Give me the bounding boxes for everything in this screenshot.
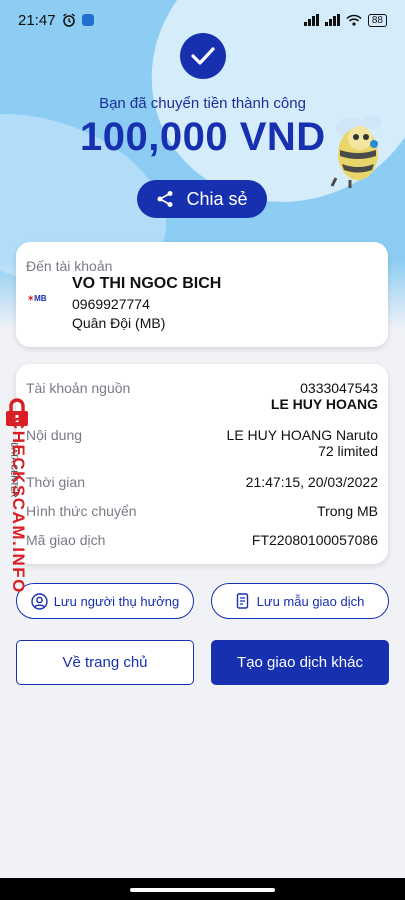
- signal-icon-2: [324, 14, 340, 26]
- method-label: Hình thức chuyển: [26, 503, 137, 519]
- save-beneficiary-button[interactable]: Lưu người thụ hưởng: [16, 583, 194, 619]
- bee-mascot-icon: [330, 115, 382, 188]
- new-transaction-button[interactable]: Tạo giao dịch khác: [211, 640, 389, 685]
- content-line1: LE HUY HOANG Naruto: [226, 427, 378, 443]
- source-account-label: Tài khoản nguồn: [26, 380, 131, 396]
- recipient-account: 0969927774: [72, 296, 150, 312]
- time-value: 21:47:15, 20/03/2022: [245, 474, 378, 490]
- share-icon: [157, 191, 173, 207]
- wifi-icon: [346, 14, 362, 26]
- watermark-text: CHECKSCAM.INFO: [9, 417, 28, 594]
- save-template-label: Lưu mẫu giao dịch: [256, 593, 365, 609]
- alarm-icon: [62, 13, 75, 27]
- app-notification-icon: [81, 14, 94, 26]
- share-button[interactable]: Chia sẻ: [137, 180, 267, 218]
- content-label: Nội dung: [26, 427, 83, 443]
- transaction-id-label: Mã giao dịch: [26, 532, 106, 548]
- share-label: Chia sẻ: [186, 188, 248, 209]
- source-account-number: 0333047543: [300, 380, 378, 396]
- home-indicator[interactable]: [130, 888, 275, 892]
- recipient-name: VO THI NGOC BICH: [72, 275, 222, 292]
- transaction-id-value: FT22080100057086: [251, 532, 378, 548]
- save-beneficiary-label: Lưu người thụ hưởng: [53, 593, 180, 609]
- battery-icon: 88: [367, 13, 387, 27]
- save-template-button[interactable]: Lưu mẫu giao dịch: [211, 583, 389, 619]
- status-time: 21:47: [18, 11, 56, 29]
- time-row: Thời gian 21:47:15, 20/03/2022: [26, 474, 378, 494]
- recipient-bank: Quân Đội (MB): [72, 315, 166, 331]
- source-account-row: Tài khoản nguồn 0333047543 LE HUY HOANG: [26, 380, 378, 420]
- signal-icon: [303, 14, 319, 26]
- document-icon: [236, 592, 248, 609]
- recipient-card: Đến tài khoản ✶MB VO THI NGOC BICH 09699…: [16, 242, 388, 347]
- time-label: Thời gian: [26, 474, 85, 490]
- content-line2: 72 limited: [318, 443, 378, 459]
- mb-bank-logo: ✶MB: [27, 294, 47, 303]
- home-button[interactable]: Về trang chủ: [16, 640, 194, 685]
- method-value: Trong MB: [317, 503, 378, 519]
- transfer-amount: 100,000 VND: [80, 115, 326, 159]
- transaction-details-card: Tài khoản nguồn 0333047543 LE HUY HOANG …: [16, 364, 388, 564]
- content-row: Nội dung LE HUY HOANG Naruto 72 limited: [26, 427, 378, 467]
- watermark: DATA CENTER CHECKSCAM.INFO: [0, 398, 34, 608]
- source-account-name: LE HUY HOANG: [270, 396, 378, 412]
- recipient-label: Đến tài khoản: [26, 258, 113, 274]
- transaction-id-row: Mã giao dịch FT22080100057086: [26, 532, 378, 552]
- method-row: Hình thức chuyển Trong MB: [26, 503, 378, 523]
- success-check-icon: [180, 33, 226, 79]
